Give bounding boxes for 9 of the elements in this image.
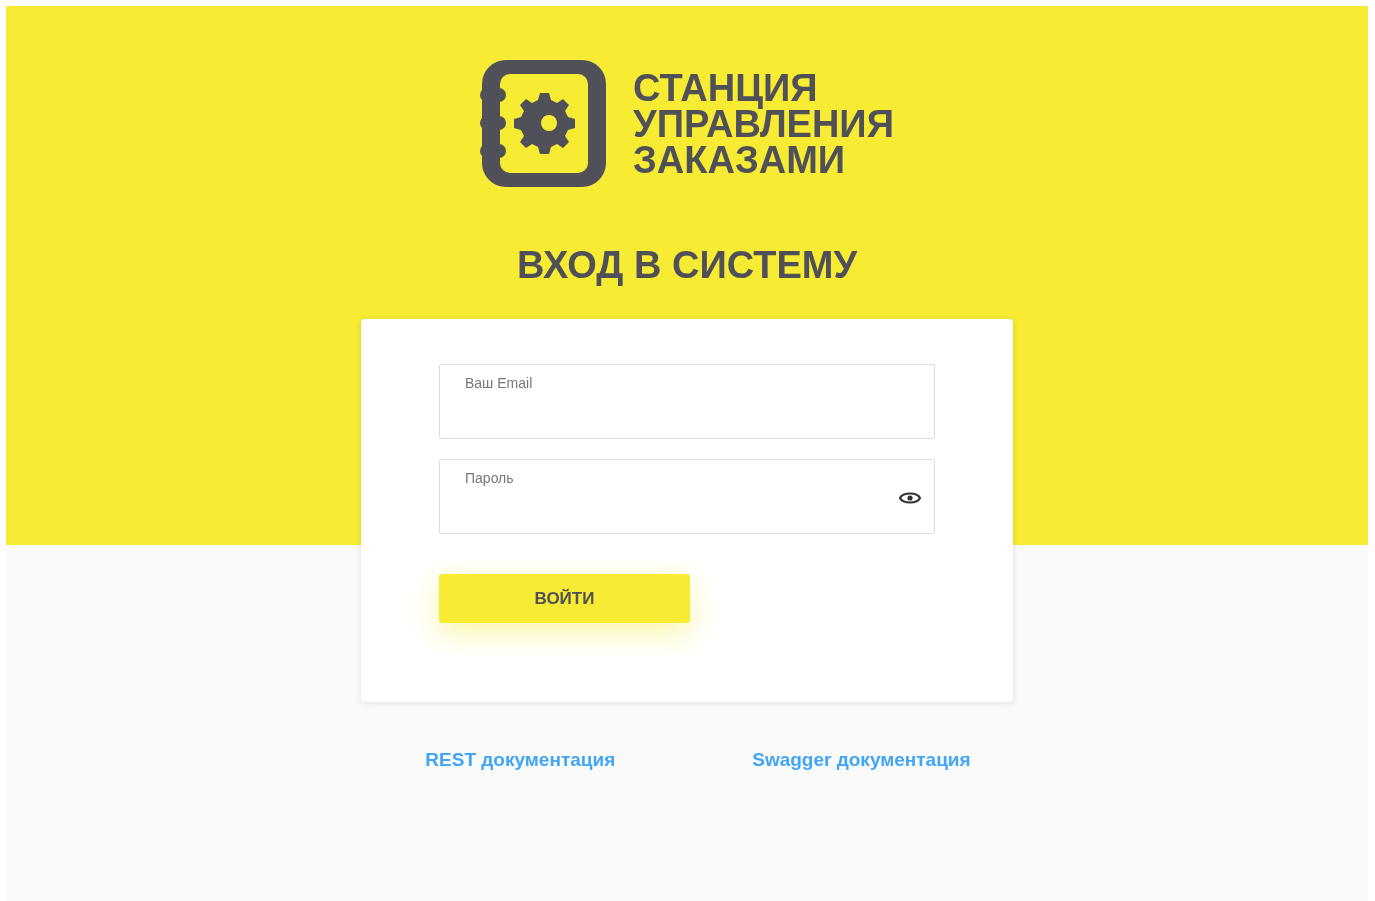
email-field[interactable]: Ваш Email <box>439 364 935 439</box>
password-field[interactable]: Пароль <box>439 459 935 534</box>
safe-gear-icon <box>480 60 607 187</box>
documentation-link[interactable]: REST документация <box>425 746 616 775</box>
page-heading: ВХОД В СИСТЕМУ <box>516 243 858 288</box>
logo-text: ЗАКАЗАМИ <box>633 141 847 178</box>
login-button[interactable]: ВОЙТИ <box>439 574 690 623</box>
eye-icon[interactable] <box>899 491 921 505</box>
documentation-link[interactable]: Swagger документация <box>752 746 971 775</box>
